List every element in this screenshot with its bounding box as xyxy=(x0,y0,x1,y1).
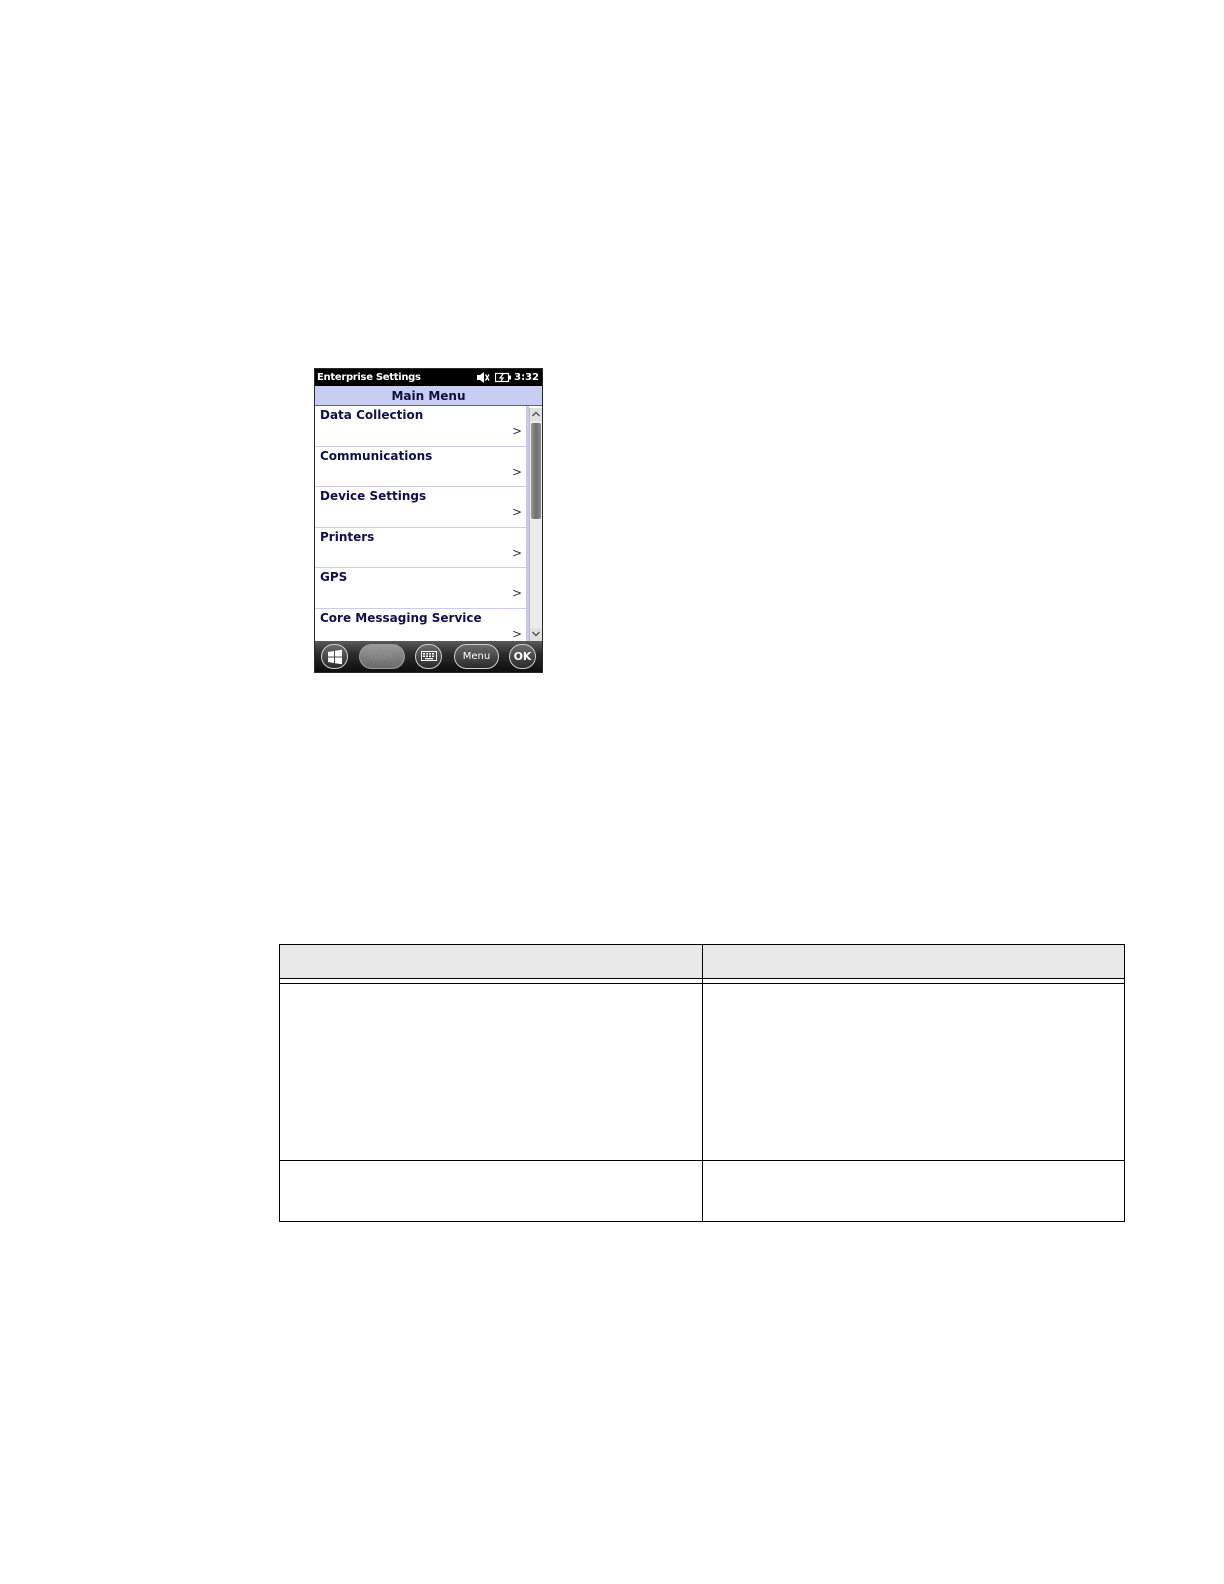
chevron-right-icon: > xyxy=(511,424,522,438)
softkey-bar: Back Menu OK xyxy=(315,641,542,672)
keyboard-button[interactable] xyxy=(415,644,442,669)
status-bar: Enterprise Settings 3:32 xyxy=(315,369,542,386)
menu-item-data-collection[interactable]: Data Collection > xyxy=(315,406,527,447)
device-screenshot: Enterprise Settings 3:32 Main Menu Data … xyxy=(314,368,543,673)
menu-item-label: Data Collection xyxy=(320,408,424,422)
main-menu-list: Data Collection > Communications > Devic… xyxy=(315,406,527,641)
keyboard-icon xyxy=(421,651,437,661)
back-button[interactable]: Back xyxy=(359,644,405,669)
chevron-down-icon xyxy=(532,631,540,637)
menu-item-gps[interactable]: GPS > xyxy=(315,568,527,609)
menu-item-label: Communications xyxy=(320,448,433,463)
chevron-right-icon: > xyxy=(511,586,522,600)
chevron-right-icon: > xyxy=(511,464,522,479)
chevron-right-icon: > xyxy=(511,545,522,560)
ok-button[interactable]: OK xyxy=(509,644,536,669)
menu-button[interactable]: Menu xyxy=(454,644,499,669)
speaker-muted-icon[interactable] xyxy=(476,371,490,384)
start-button[interactable] xyxy=(321,644,348,669)
vertical-scrollbar[interactable] xyxy=(529,408,542,641)
chevron-up-icon xyxy=(532,411,540,417)
battery-charging-icon[interactable] xyxy=(495,372,511,383)
windows-logo-icon xyxy=(328,649,342,665)
menu-item-communications[interactable]: Communications > xyxy=(315,447,527,487)
scroll-down-button[interactable] xyxy=(530,628,542,641)
menu-item-printers[interactable]: Printers > xyxy=(315,528,527,568)
menu-item-label: GPS xyxy=(320,570,348,584)
settings-table xyxy=(279,944,1125,1222)
menu-item-core-messaging-service[interactable]: Core Messaging Service > xyxy=(315,609,527,642)
menu-item-label: Core Messaging Service xyxy=(320,610,482,625)
app-title: Enterprise Settings xyxy=(317,372,421,383)
scrollbar-thumb[interactable] xyxy=(531,423,541,519)
clock-time: 3:32 xyxy=(514,372,539,383)
main-menu-title: Main Menu xyxy=(315,386,542,406)
table-column-rule xyxy=(702,945,703,1221)
scroll-up-button[interactable] xyxy=(530,408,542,421)
menu-item-device-settings[interactable]: Device Settings > xyxy=(315,487,527,528)
chevron-right-icon: > xyxy=(511,505,522,519)
menu-item-label: Printers xyxy=(320,529,375,544)
chevron-right-icon: > xyxy=(511,626,522,641)
menu-item-label: Device Settings xyxy=(320,489,427,503)
